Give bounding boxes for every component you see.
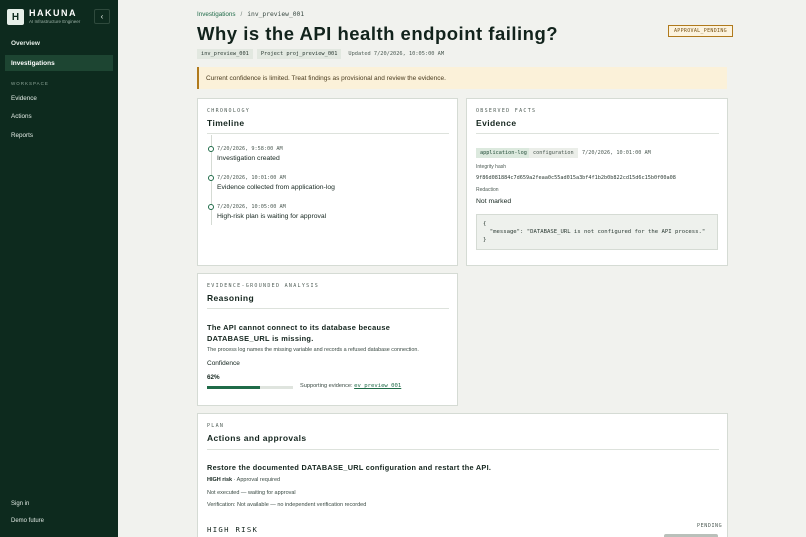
investigation-id-chip: inv_preview_001 [197,49,253,59]
hash-label: Integrity hash [476,164,507,170]
divider [207,133,449,134]
divider [207,308,449,309]
evidence-source-chip: application-log [476,148,531,158]
sidebar-item-label: Evidence [11,94,37,102]
confidence-label: Confidence [207,360,240,367]
plan-approval-note: · Approval required [232,477,281,483]
breadcrumb-separator: / [240,11,243,18]
timeline-event-time: 7/20/2026, 10:01:00 AM [217,175,286,181]
integrity-hash: 9f86d081884c7d659a2feaa0c55ad015a3bf4f1b… [476,175,676,181]
page-title: Why is the API health endpoint failing? [197,23,559,44]
plan-execution-status: Not executed — waiting for approval [207,490,296,496]
sidebar-item-overview[interactable]: Overview [5,35,113,51]
evidence-time: 7/20/2026, 10:01:00 AM [582,150,651,156]
sidebar-item-investigations[interactable]: Investigations [5,55,113,71]
confidence-bar-fill [207,386,261,389]
status-badge: APPROVAL_PENDING [668,25,733,37]
timeline-event-label: Investigation created [217,155,280,162]
sidebar: H HAKUNA AI Infrastructure Engineer ‹ Ov… [0,0,118,537]
timeline-event-label: High-risk plan is waiting for approval [217,213,327,220]
timeline-dot-icon [208,146,214,152]
pending-label: PENDING [697,523,723,529]
timeline-event-label: Evidence collected from application-log [217,184,335,191]
sidebar-item-label: Reports [11,131,34,139]
brand-name: HAKUNA [29,8,77,18]
timeline-title: Timeline [207,118,245,128]
sidebar-collapse-button[interactable]: ‹ [94,9,110,24]
timeline-event-time: 7/20/2026, 9:58:00 AM [217,146,283,152]
brand-subtitle: AI Infrastructure Engineer [29,19,81,24]
timeline-eyebrow: CHRONOLOGY [207,108,251,114]
breadcrumb-investigations-link[interactable]: Investigations [197,11,236,18]
reasoning-eyebrow: EVIDENCE-GROUNDED ANALYSIS [207,283,320,289]
demo-future-link[interactable]: Demo future [11,518,44,524]
chevron-left-icon: ‹ [100,12,104,21]
main-content: Investigations / inv_preview_001 Why is … [118,0,806,537]
reasoning-body: The process log names the missing variab… [207,347,419,353]
updated-timestamp: Updated 7/20/2026, 10:05:00 AM [348,51,445,57]
redaction-label: Redaction [476,187,499,193]
plan-title: Actions and approvals [207,433,307,443]
divider [476,133,719,134]
sidebar-item-label: Overview [11,39,40,47]
confidence-value: 62% [207,374,220,381]
risk-level-label: HIGH RISK [207,525,259,534]
investigation-meta: inv_preview_001 Project proj_preview_001… [197,49,444,59]
sidebar-item-actions[interactable]: Actions [5,108,113,124]
breadcrumb: Investigations / inv_preview_001 [197,11,304,18]
confidence-notice: Current confidence is limited. Treat fin… [197,67,727,89]
supporting-evidence-link[interactable]: ev_preview_001 [354,383,401,389]
evidence-card: OBSERVED FACTS Evidence application-log … [466,98,728,266]
plan-eyebrow: PLAN [207,423,225,429]
plan-card: PLAN Actions and approvals Restore the d… [197,413,728,537]
reasoning-card: EVIDENCE-GROUNDED ANALYSIS Reasoning The… [197,273,458,406]
brand-logo-icon: H [7,9,24,25]
divider [207,449,719,450]
sidebar-item-reports[interactable]: Reports [5,127,113,143]
sidebar-item-label: Investigations [11,59,55,67]
supporting-evidence-label: Supporting evidence: [300,383,353,389]
brand[interactable]: H HAKUNA AI Infrastructure Engineer [7,9,80,25]
plan-risk: HIGH risk · Approval required [207,477,280,483]
reasoning-title: Reasoning [207,293,255,303]
sign-in-link[interactable]: Sign in [11,501,29,507]
sidebar-item-label: Actions [11,112,32,120]
timeline-dot-icon [208,204,214,210]
timeline-dot-icon [208,175,214,181]
reasoning-headline: The API cannot connect to its database b… [207,323,391,343]
sidebar-section-label: WORKSPACE [11,81,49,86]
timeline-event-time: 7/20/2026, 10:05:00 AM [217,204,286,210]
evidence-eyebrow: OBSERVED FACTS [476,108,537,114]
confidence-bar [207,386,293,389]
sidebar-item-evidence[interactable]: Evidence [5,90,113,106]
project-chip: Project proj_preview_001 [256,49,342,59]
supporting-evidence: Supporting evidence: ev_preview_001 [300,383,401,389]
plan-headline: Restore the documented DATABASE_URL conf… [207,463,492,472]
evidence-code-block: { "message": "DATABASE_URL is not config… [476,214,718,250]
plan-risk-level: HIGH risk [207,477,233,483]
plan-verification: Verification: Not available — no indepen… [207,502,367,508]
evidence-type-chip: configuration [529,148,578,158]
evidence-title: Evidence [476,118,517,128]
redaction-value: Not marked [476,198,512,205]
breadcrumb-current: inv_preview_001 [247,11,305,18]
timeline-card: CHRONOLOGY Timeline 7/20/2026, 9:58:00 A… [197,98,458,266]
